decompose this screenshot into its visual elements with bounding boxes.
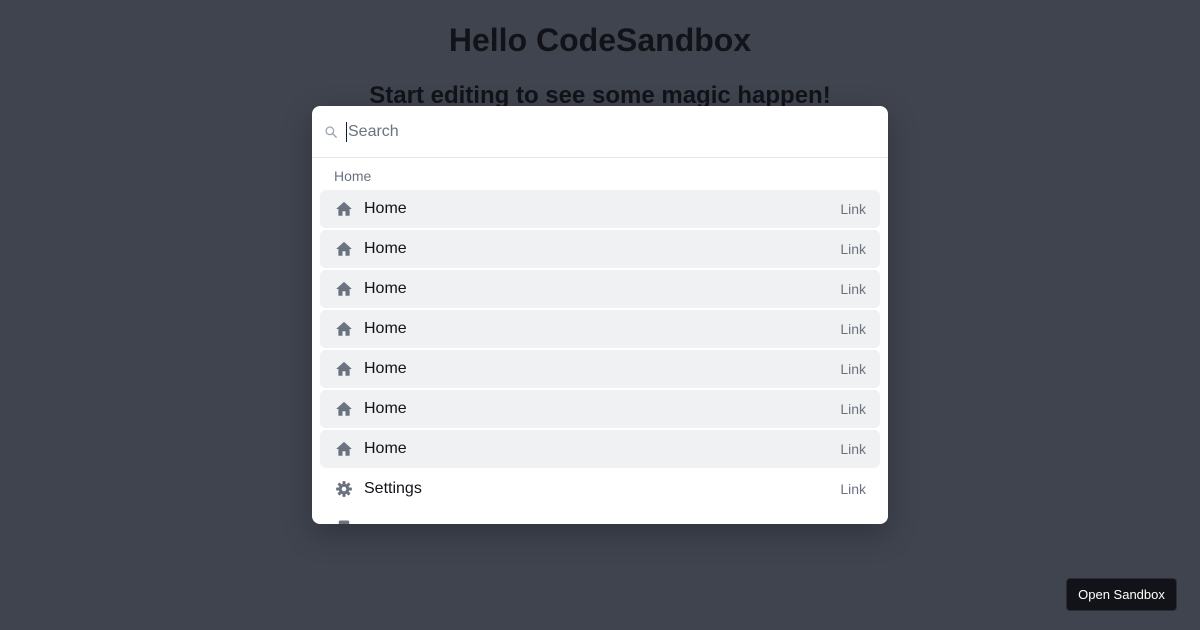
search-icon — [324, 123, 342, 141]
home-icon — [334, 279, 354, 299]
command-item-type: Link — [840, 201, 866, 217]
command-item-label: Home — [364, 320, 407, 337]
command-item-type: Link — [840, 241, 866, 257]
command-item-partial[interactable] — [320, 510, 880, 524]
home-icon — [334, 399, 354, 419]
home-icon — [334, 239, 354, 259]
gear-icon — [334, 479, 354, 499]
search-bar — [312, 106, 888, 158]
page: Hello CodeSandbox Start editing to see s… — [0, 0, 1200, 630]
command-item-home[interactable]: Home Link — [320, 310, 880, 348]
command-item-label: Home — [364, 280, 407, 297]
command-item-label: Home — [364, 200, 407, 217]
command-item-home[interactable]: Home Link — [320, 270, 880, 308]
command-item-home[interactable]: Home Link — [320, 390, 880, 428]
command-item-home[interactable]: Home Link — [320, 430, 880, 468]
command-item-label: Home — [364, 240, 407, 257]
open-sandbox-button[interactable]: Open Sandbox — [1066, 578, 1177, 611]
command-item-label: Home — [364, 440, 407, 457]
home-icon — [334, 359, 354, 379]
command-item-label: Settings — [364, 480, 422, 497]
command-item-type: Link — [840, 401, 866, 417]
command-item-type: Link — [840, 321, 866, 337]
command-item-home[interactable]: Home Link — [320, 230, 880, 268]
home-icon — [334, 199, 354, 219]
home-icon — [334, 439, 354, 459]
command-item-home[interactable]: Home Link — [320, 350, 880, 388]
command-item-settings[interactable]: Settings Link — [320, 470, 880, 508]
command-item-label: Home — [364, 400, 407, 417]
command-list: Home Link Home Link Home Link Home Link … — [312, 190, 888, 524]
command-palette: Home Home Link Home Link Home — [312, 106, 888, 524]
command-item-type: Link — [840, 281, 866, 297]
command-item-label: Home — [364, 360, 407, 377]
home-icon — [334, 319, 354, 339]
page-title: Hello CodeSandbox — [448, 22, 752, 58]
command-item-type: Link — [840, 441, 866, 457]
group-heading: Home — [334, 168, 372, 184]
command-item-home[interactable]: Home Link — [320, 190, 880, 228]
command-item-type: Link — [840, 481, 866, 497]
search-input[interactable] — [346, 121, 876, 142]
command-item-type: Link — [840, 361, 866, 377]
partial-icon — [334, 518, 354, 524]
